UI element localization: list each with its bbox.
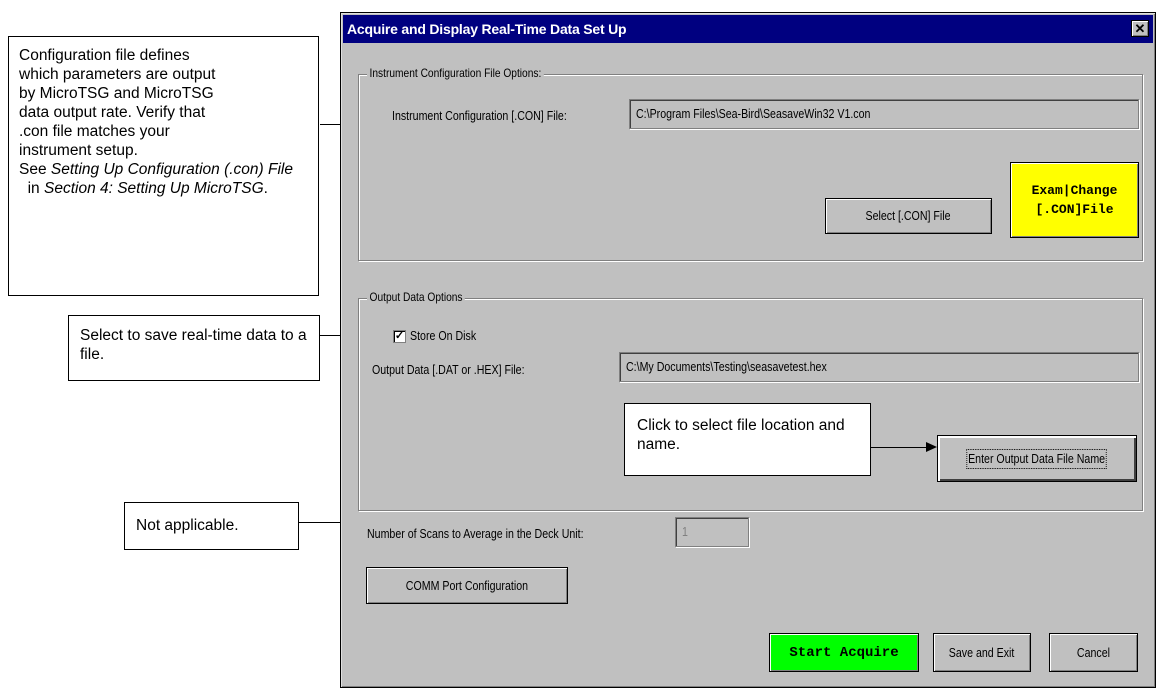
select-con-file-label: Select [.CON] File [865, 209, 952, 223]
con-file-field[interactable]: C:\Program Files\Sea-Bird\SeasaveWin32 V… [629, 99, 1139, 129]
output-file-field[interactable]: C:\My Documents\Testing\seasavetest.hex [619, 352, 1139, 382]
comm-port-label: COMM Port Configuration [405, 578, 529, 593]
start-acquire-label: Start Acquire [789, 644, 899, 661]
config-callout-line4: data output rate. Verify that [19, 104, 206, 121]
config-callout-ref2: Section 4: Setting Up MicroTSG [43, 180, 264, 197]
store-on-disk-checkbox[interactable]: ✓ [393, 330, 406, 343]
close-icon[interactable]: ✕ [1131, 20, 1149, 37]
output-file-value: C:\My Documents\Testing\seasavetest.hex [626, 360, 827, 374]
setup-dialog: Acquire and Display Real-Time Data Set U… [340, 12, 1156, 688]
scans-average-label: Number of Scans to Average in the Deck U… [367, 527, 584, 541]
scans-average-field[interactable]: 1 [675, 517, 749, 547]
enter-output-file-button[interactable]: Enter Output Data File Name [937, 435, 1137, 482]
title-bar: Acquire and Display Real-Time Data Set U… [343, 15, 1153, 43]
comm-port-config-button[interactable]: COMM Port Configuration [366, 567, 568, 604]
cancel-label: Cancel [1076, 645, 1111, 660]
save-and-exit-button[interactable]: Save and Exit [933, 633, 1031, 672]
click-select-callout: Click to select file location and name. [624, 403, 871, 476]
output-file-label: Output Data [.DAT or .HEX] File: [372, 363, 525, 377]
not-applicable-text: Not applicable. [136, 517, 239, 534]
con-file-value: C:\Program Files\Sea-Bird\SeasaveWin32 V… [636, 107, 871, 121]
select-con-file-button[interactable]: Select [.CON] File [825, 198, 992, 234]
exam-change-line2: [.CON]File [1035, 202, 1114, 217]
output-group-label: Output Data Options [367, 290, 466, 304]
start-acquire-button[interactable]: Start Acquire [769, 633, 919, 672]
cancel-button[interactable]: Cancel [1049, 633, 1138, 672]
instrument-group-label: Instrument Configuration File Options: [367, 66, 544, 80]
store-on-disk-label: Store On Disk [410, 329, 477, 343]
config-callout-line6: instrument setup. [19, 142, 138, 159]
click-select-text: Click to select file location and name. [637, 417, 845, 453]
enter-output-file-label: Enter Output Data File Name [966, 448, 1108, 469]
config-callout-end: . [263, 180, 268, 197]
config-callout-reference: See Setting Up Configuration (.con) File… [19, 160, 308, 198]
click-select-arrow [871, 442, 937, 452]
exam-change-con-button[interactable]: Exam|Change [.CON]File [1010, 162, 1139, 238]
not-applicable-callout: Not applicable. [124, 502, 299, 550]
store-callout-text: Select to save real-time data to a file. [80, 327, 307, 363]
config-callout-line2: which parameters are output [19, 66, 216, 83]
con-file-label: Instrument Configuration [.CON] File: [392, 109, 567, 123]
store-callout: Select to save real-time data to a file. [68, 315, 320, 381]
exam-change-line1: Exam|Change [1031, 183, 1118, 198]
config-callout-in: in [19, 180, 44, 197]
config-callout-see: See [19, 161, 51, 178]
config-callout-line5: .con file matches your [19, 123, 170, 140]
config-callout-line1: Configuration file defines [19, 47, 190, 64]
config-callout-ref1: Setting Up Configuration (.con) File [50, 161, 293, 178]
save-and-exit-label: Save and Exit [949, 645, 1015, 660]
dialog-title: Acquire and Display Real-Time Data Set U… [347, 21, 627, 37]
config-callout: Configuration file defines which paramet… [8, 36, 319, 296]
scans-average-value: 1 [682, 525, 688, 539]
config-callout-line3: by MicroTSG and MicroTSG [19, 85, 214, 102]
